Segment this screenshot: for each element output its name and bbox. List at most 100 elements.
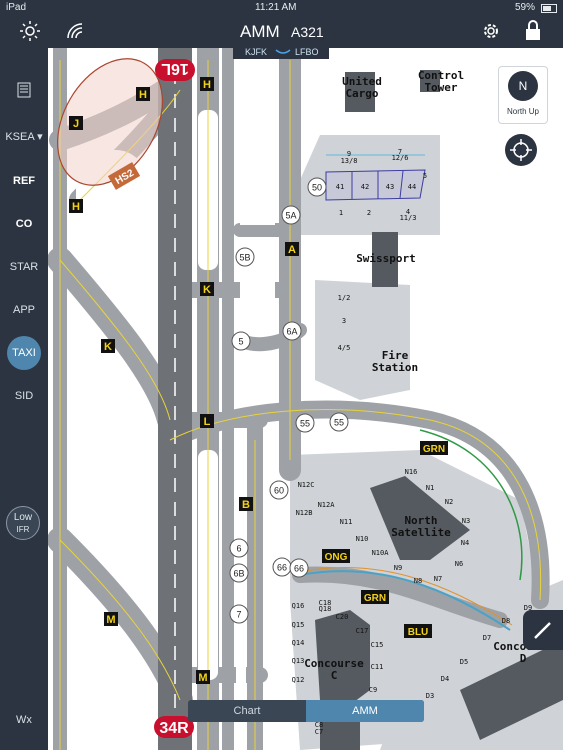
aircraft-type: A321	[291, 24, 324, 40]
route-sign: ONG	[322, 549, 350, 563]
gate-label: 1	[339, 209, 343, 217]
device-label: iPad	[6, 2, 27, 13]
gate-label: 3	[342, 317, 346, 325]
taxiway-sign: M	[104, 612, 118, 626]
north-up-button[interactable]: N North Up	[498, 66, 548, 124]
gate-label: N12B	[296, 509, 313, 517]
top-bar: AMM A321	[0, 16, 563, 48]
svg-text:5: 5	[238, 337, 243, 347]
connectivity-icon[interactable]	[66, 22, 84, 40]
holding-point-node: 50	[307, 177, 327, 197]
gate-label: 5	[423, 172, 427, 180]
sidebar-item-sid[interactable]: SID	[0, 390, 48, 402]
battery-level: 59%	[515, 2, 536, 13]
gate-label: D5	[460, 658, 468, 666]
gate-label: Q13	[292, 657, 305, 665]
gate-label: N9	[394, 564, 402, 572]
holding-point-node: 5	[231, 331, 251, 351]
gate-label: N1	[426, 484, 434, 492]
gate-label: N11	[340, 518, 353, 526]
sidebar-item-co[interactable]: CO	[0, 218, 48, 230]
sidebar-item-ref[interactable]: REF	[0, 175, 48, 187]
airport-diagram: 16L34RHS2HHJHAKKLBMMGRNONGGRNBLU505A5B6A…	[48, 48, 563, 750]
page-title: AMM	[240, 22, 280, 41]
gate-label: N7	[434, 575, 442, 583]
gate-label: C7	[315, 728, 323, 736]
gate-label: 41	[336, 183, 344, 191]
sidebar-item-taxi[interactable]: TAXI	[7, 336, 41, 370]
route-sign: GRN	[361, 590, 389, 604]
svg-text:H: H	[72, 201, 80, 213]
svg-text:34R: 34R	[159, 720, 189, 737]
sidebar-item-star[interactable]: STAR	[0, 261, 48, 273]
gate-label: D7	[483, 634, 491, 642]
sidebar: KSEA ▾ REF CO STAR APP TAXI SID Low IFR W…	[0, 48, 48, 750]
svg-text:6: 6	[236, 544, 241, 554]
gate-label: N12C	[298, 481, 315, 489]
building-label: Cargo	[345, 87, 378, 100]
holding-point-node: 5B	[235, 247, 255, 267]
gate-label: Q16	[292, 602, 305, 610]
svg-text:5B: 5B	[239, 253, 250, 263]
gate-label: C20	[336, 613, 349, 621]
gate-label: 4/5	[338, 344, 351, 352]
brightness-icon[interactable]	[20, 21, 40, 41]
amm-tab[interactable]: AMM	[306, 700, 424, 722]
south-apron	[315, 280, 410, 400]
building-label: C	[331, 669, 338, 682]
gate-label: N3	[462, 517, 470, 525]
holding-point-node: 5A	[281, 205, 301, 225]
building-label: Satellite	[391, 526, 451, 539]
gate-label: 11/3	[400, 214, 417, 222]
taxiway-sign: H	[136, 87, 150, 101]
low-ifr-button[interactable]: Low IFR	[6, 506, 40, 540]
gate-label: D8	[502, 617, 510, 625]
locate-button[interactable]	[505, 134, 537, 166]
holding-point-node: 55	[329, 412, 349, 432]
gate-label: D3	[426, 692, 434, 700]
gate-label: Q18	[319, 605, 332, 613]
svg-text:7: 7	[236, 610, 241, 620]
svg-text:B: B	[242, 499, 250, 511]
annotate-button[interactable]	[523, 610, 563, 650]
svg-text:GRN: GRN	[364, 593, 386, 604]
holding-point-node: 60	[269, 480, 289, 500]
status-bar: iPad 11:21 AM 59%	[0, 0, 563, 16]
airport-map[interactable]: 16L 34R HS2 H H J H A K K L B M M GRN ONG GRN BLU 50 5A 5B 6A…	[48, 48, 563, 750]
airport-selector[interactable]: KSEA ▾	[0, 130, 48, 143]
route-sign: GRN	[420, 441, 448, 455]
taxiway-sign: J	[69, 116, 83, 130]
gate-label: Q15	[292, 621, 305, 629]
gate-label: 2	[367, 209, 371, 217]
gate-label: N6	[455, 560, 463, 568]
gate-label: C11	[371, 663, 384, 671]
gate-label: N2	[445, 498, 453, 506]
svg-text:5A: 5A	[285, 211, 296, 221]
lock-icon[interactable]	[524, 20, 542, 42]
pencil-icon	[534, 622, 551, 639]
svg-text:K: K	[104, 341, 112, 353]
holding-point-node: 55	[295, 413, 315, 433]
north-up-label: North Up	[506, 107, 539, 116]
low-ifr-line1: Low	[13, 512, 33, 523]
gate-label: N10	[356, 535, 369, 543]
svg-text:55: 55	[300, 419, 310, 429]
clock: 11:21 AM	[255, 2, 297, 13]
chart-tab[interactable]: Chart	[188, 700, 306, 722]
battery-icon	[541, 4, 557, 13]
route-origin: KJFK	[245, 47, 268, 57]
low-ifr-line2: IFR	[16, 525, 30, 534]
crosshair-icon	[510, 139, 532, 161]
view-toggle[interactable]: Chart AMM	[188, 700, 424, 722]
svg-text:6A: 6A	[286, 327, 297, 337]
holding-point-node: 6	[229, 538, 249, 558]
gear-icon[interactable]	[481, 21, 501, 41]
svg-text:ONG: ONG	[325, 552, 348, 563]
taxiway-sign: L	[200, 414, 214, 428]
svg-text:55: 55	[334, 418, 344, 428]
document-icon[interactable]	[17, 82, 31, 98]
wx-button[interactable]: Wx	[0, 714, 48, 726]
gate-label: N4	[461, 539, 469, 547]
building-label: Tower	[424, 81, 457, 94]
sidebar-item-app[interactable]: APP	[0, 304, 48, 316]
